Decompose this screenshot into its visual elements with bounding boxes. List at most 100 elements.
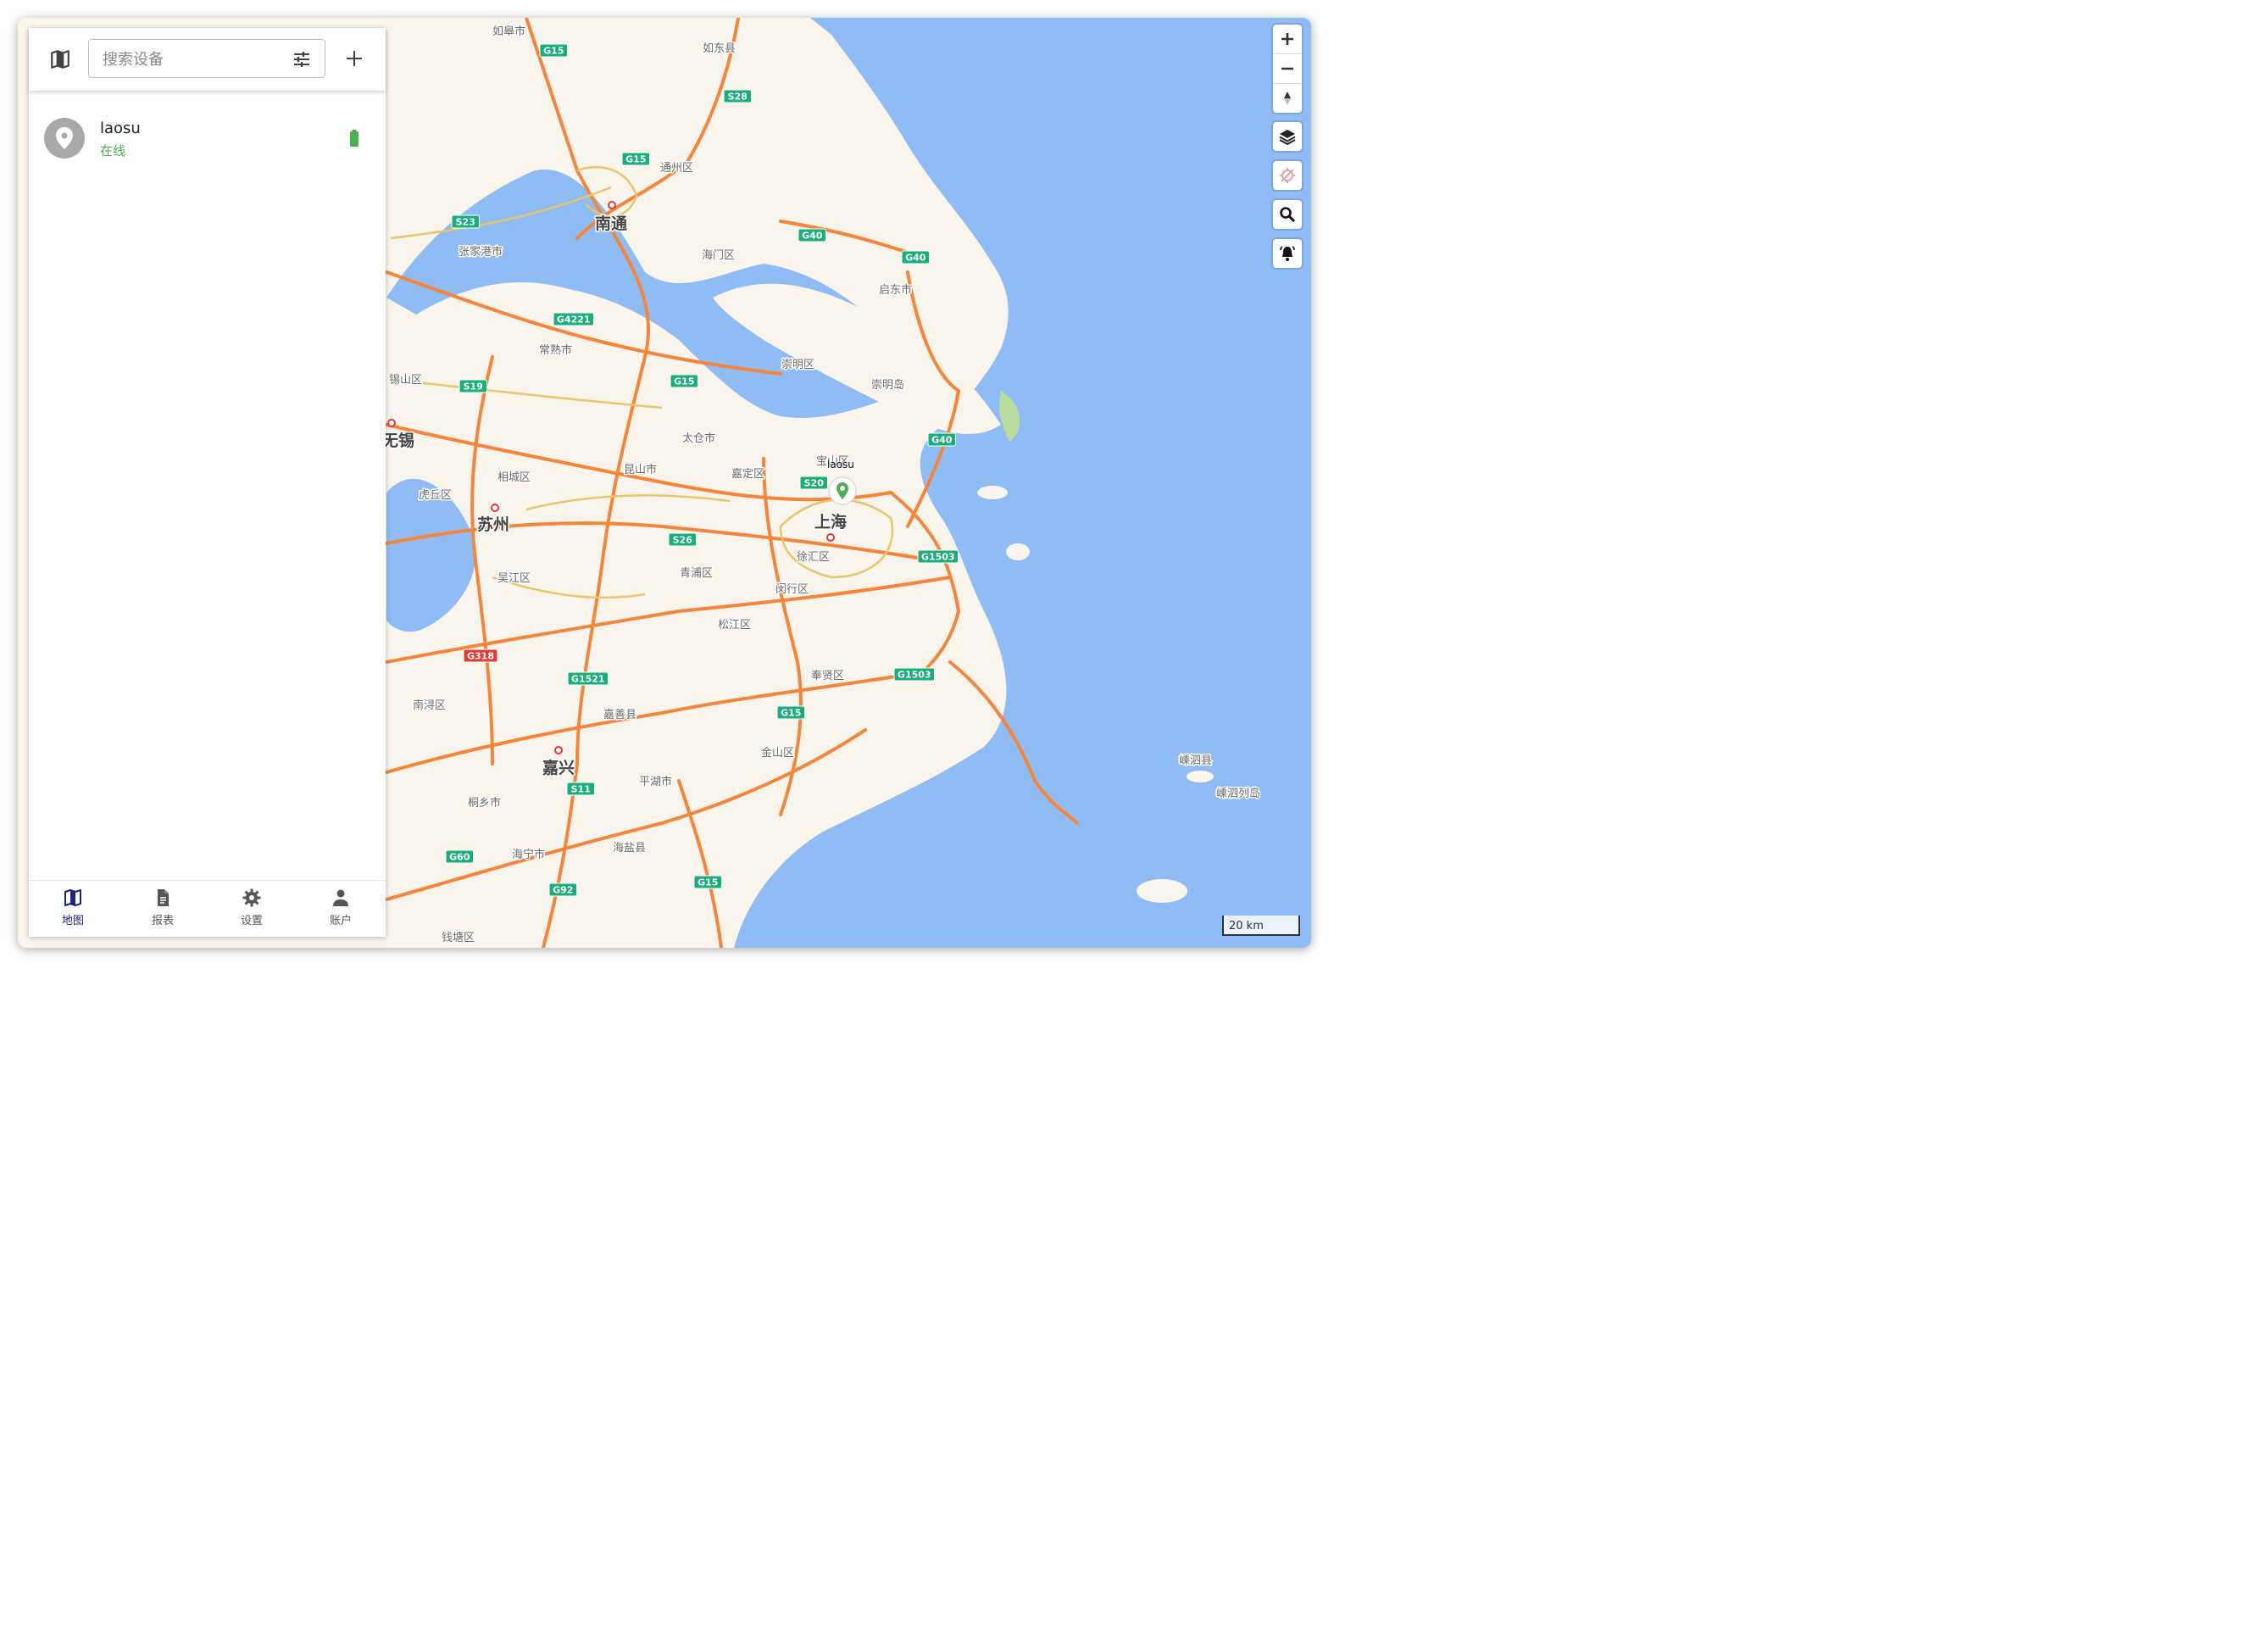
road-shield-label: G40 <box>802 231 823 242</box>
road-shield-label: G92 <box>553 885 573 896</box>
compass-icon <box>1284 92 1291 105</box>
road-shield: G92 <box>548 882 577 897</box>
compass-button[interactable] <box>1273 83 1302 113</box>
place-label: 虎丘区 <box>419 489 452 502</box>
road-shield: G60 <box>445 849 474 864</box>
road-shield-label: G15 <box>674 376 694 387</box>
road-shield-label: G4221 <box>557 315 591 326</box>
device-name: laosu <box>100 120 141 137</box>
bottom-navigation: 地图 报表 设置 账户 <box>29 880 386 937</box>
add-device-button[interactable] <box>344 48 364 69</box>
place-label: 南浔区 <box>413 699 446 712</box>
road-shield: G15 <box>693 875 722 889</box>
location-disabled-icon <box>1280 168 1295 183</box>
road-shield: S20 <box>799 476 828 490</box>
road-shield: G40 <box>927 432 956 447</box>
sidebar: laosu 在线 地图 报表 <box>29 28 386 937</box>
place-label: 徐汇区 <box>797 551 830 564</box>
device-marker[interactable] <box>828 476 857 505</box>
road-shield-label: G15 <box>625 154 646 165</box>
road-shield: G40 <box>798 228 826 242</box>
map-icon <box>51 50 69 69</box>
person-icon <box>333 889 348 906</box>
road-shield-label: G15 <box>543 46 564 57</box>
road-shield-label: S23 <box>456 217 475 228</box>
place-label: 奉贤区 <box>811 670 844 682</box>
place-label: 嵊泗县 <box>1179 754 1212 767</box>
map-icon <box>64 889 81 906</box>
road-shield: G4221 <box>553 312 594 326</box>
road-shield-label: G318 <box>467 651 494 662</box>
nav-reports[interactable]: 报表 <box>129 888 197 933</box>
road-shield-label: G60 <box>449 852 470 863</box>
place-label: 闵行区 <box>775 583 809 596</box>
road-shield: G318 <box>463 649 498 663</box>
device-list-item[interactable]: laosu 在线 <box>29 109 386 169</box>
place-label: 松江区 <box>718 619 751 632</box>
place-label: 如东县 <box>703 42 736 55</box>
map-toggle-button[interactable] <box>49 48 71 70</box>
nav-reports-label: 报表 <box>151 915 174 927</box>
follow-control <box>1273 161 1302 190</box>
plus-icon <box>1281 33 1293 45</box>
road-shield-label: S28 <box>728 92 748 103</box>
nav-settings-label: 设置 <box>240 915 263 927</box>
gear-icon <box>242 888 261 907</box>
place-label: 海宁市 <box>512 848 545 861</box>
place-label: 嵊泗列岛 <box>1216 787 1260 800</box>
nav-account[interactable]: 账户 <box>307 888 375 933</box>
road-shield: G1503 <box>893 667 935 682</box>
filter-button[interactable] <box>292 50 311 69</box>
place-label: 常熟市 <box>539 343 572 357</box>
follow-button[interactable] <box>1273 161 1302 190</box>
place-label: 金山区 <box>761 746 794 760</box>
nav-map[interactable]: 地图 <box>39 888 107 933</box>
road-shield-label: S11 <box>571 784 591 795</box>
road-shield: G15 <box>539 43 568 58</box>
layers-control <box>1273 122 1302 151</box>
search-box <box>88 39 325 78</box>
plus-icon <box>347 51 362 66</box>
road-shield: S11 <box>566 782 595 796</box>
place-label: 青浦区 <box>680 567 713 580</box>
location-pin-icon <box>56 127 73 149</box>
road-shield-label: G40 <box>931 435 953 446</box>
marker-label: laosu <box>827 459 854 470</box>
zoom-in-button[interactable] <box>1273 25 1302 53</box>
map-search-button[interactable] <box>1273 200 1302 229</box>
sidebar-toolbar <box>29 28 386 91</box>
minus-icon <box>1281 67 1293 70</box>
nav-settings[interactable]: 设置 <box>218 888 286 933</box>
place-label: 南通 <box>595 214 628 233</box>
place-label: 崇明岛 <box>871 378 904 392</box>
road-shield: S26 <box>668 532 697 547</box>
search-control <box>1273 200 1302 229</box>
place-label: 无锡 <box>382 431 414 450</box>
layers-button[interactable] <box>1273 122 1302 151</box>
zoom-controls <box>1273 25 1302 113</box>
tune-icon <box>294 52 309 67</box>
road-shield-label: G40 <box>905 253 926 264</box>
road-shield-label: G1503 <box>921 552 955 563</box>
nav-map-label: 地图 <box>61 915 84 927</box>
road-shield: S23 <box>451 214 480 229</box>
place-label: 苏州 <box>477 515 509 534</box>
place-label: 嘉兴 <box>542 759 575 777</box>
road-shield: G15 <box>776 705 805 720</box>
place-label: 相城区 <box>498 471 531 484</box>
place-label: 钱塘区 <box>442 931 475 944</box>
road-shield: G15 <box>621 152 650 166</box>
road-shield-label: G15 <box>698 877 718 888</box>
bell-icon <box>1280 246 1295 261</box>
zoom-out-button[interactable] <box>1273 53 1302 83</box>
road-shield: G40 <box>901 250 930 264</box>
device-search-input[interactable] <box>101 47 282 72</box>
road-shield-label: G1503 <box>898 670 931 681</box>
road-shield: G1521 <box>567 671 609 686</box>
road-shield: S19 <box>459 379 487 393</box>
place-label: 上海 <box>814 512 847 532</box>
notifications-button[interactable] <box>1273 239 1302 268</box>
place-label: 昆山市 <box>624 463 657 476</box>
place-label: 嘉善县 <box>603 708 636 721</box>
road-shield: S28 <box>723 89 752 103</box>
